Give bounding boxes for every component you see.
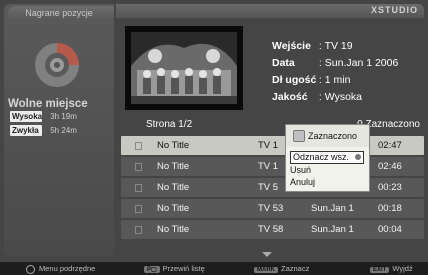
sidebar: Nagrane pozycje Wolne miejsce Wysoka 3h … [4, 4, 114, 256]
quality-time: 3h 19m [50, 112, 77, 121]
selected-dot-icon [355, 154, 361, 160]
item-time: 00:18 [378, 203, 402, 214]
footer-mark: MARK Zaznacz [254, 264, 309, 273]
free-space-label: Wolne miejsce [8, 98, 88, 110]
menu-item-delete[interactable]: Usuń [290, 165, 311, 176]
detail-key: Dł ugość [272, 74, 317, 86]
detail-row-length: Dł ugość : 1 min [272, 74, 398, 91]
list-item[interactable]: No Title TV 1 02:46 [121, 157, 424, 176]
detail-value: : Wysoka [318, 91, 363, 103]
scroll-down-icon[interactable] [262, 252, 272, 257]
footer-help-bar: Menu podrzędne P▢ Przewiń listę MARK Zazna… [0, 262, 428, 275]
list-item[interactable]: No Title TV 5 00:23 [121, 178, 424, 197]
menu-item-label: Anuluj [290, 177, 316, 187]
list-item[interactable]: No Title TV 1 02:47 [121, 136, 424, 155]
page-indicator: Strona 1/2 [146, 119, 193, 130]
menu-item-cancel[interactable]: Anuluj [290, 177, 315, 188]
disk-usage-icon [35, 43, 79, 87]
item-date: Sun.Jan 1 [311, 203, 354, 214]
detail-row-date: Data : Sun.Jan 1 2006 [272, 57, 398, 74]
context-menu: Zaznaczono Odznacz wsz. Usuń Anuluj [285, 124, 370, 192]
item-date: Sun.Jan 1 [311, 224, 354, 235]
item-time: 02:47 [378, 140, 402, 151]
quality-time: 5h 24m [50, 126, 77, 135]
detail-key: Wejście [272, 40, 311, 52]
item-title: No Title [157, 161, 190, 172]
detail-row-quality: Jakość : Wysoka [272, 91, 398, 108]
quality-name: Wysoka [10, 111, 43, 122]
ok-circle-icon [26, 264, 35, 274]
item-time: 00:23 [378, 182, 402, 193]
item-title: No Title [157, 140, 190, 151]
item-title: No Title [157, 182, 190, 193]
recording-list: No Title TV 1 02:47 No Title TV 1 02:46 … [121, 136, 424, 241]
page-key-icon: P▢ [144, 266, 160, 273]
list-item[interactable]: No Title TV 53 Sun.Jan 1 00:18 [121, 199, 424, 218]
item-title: No Title [157, 224, 190, 235]
checkbox-icon[interactable] [135, 226, 142, 234]
item-channel: TV 58 [258, 224, 284, 235]
menu-item-deselect-all[interactable]: Odznacz wsz. [290, 151, 364, 164]
footer-label: Przewiń listę [162, 264, 205, 273]
list-header: Strona 1/2 0 Zaznaczono [116, 118, 424, 132]
recording-preview-image [125, 26, 243, 110]
top-bar: XSTUDIO [116, 4, 424, 18]
recorded-programs-screen: Nagrane pozycje Wolne miejsce Wysoka 3h … [0, 0, 428, 275]
detail-value: : 1 min [318, 74, 351, 86]
quality-high-row: Wysoka 3h 19m [10, 111, 77, 123]
info-icon [293, 130, 305, 142]
detail-row-input: Wejście : TV 19 [272, 40, 398, 57]
detail-value: : TV 19 [318, 40, 353, 52]
recording-details: Wejście : TV 19 Data : Sun.Jan 1 2006 Dł… [272, 40, 398, 108]
footer-label: Menu podrzędne [39, 264, 96, 273]
item-time: 02:46 [378, 161, 402, 172]
quality-normal-row: Zwykła 5h 24m [10, 125, 77, 137]
detail-value: : Sun.Jan 1 2006 [318, 57, 399, 69]
brand-logo: XSTUDIO [370, 5, 418, 15]
item-channel: TV 5 [258, 182, 279, 193]
menu-item-label: Odznacz wsz. [293, 152, 350, 162]
item-channel: TV 1 [258, 161, 279, 172]
list-item[interactable]: No Title TV 58 Sun.Jan 1 00:04 [121, 220, 424, 239]
item-channel: TV 1 [258, 140, 279, 151]
detail-key: Data [272, 57, 295, 69]
menu-item-label: Usuń [290, 165, 312, 175]
detail-key: Jakość [272, 91, 308, 103]
mark-key-icon: MARK [254, 267, 278, 273]
item-channel: TV 53 [258, 203, 284, 214]
checkbox-icon[interactable] [135, 184, 142, 192]
exit-key-icon: EXIT [370, 267, 390, 273]
footer-label: Wyjdź [392, 264, 413, 273]
context-menu-header: Zaznaczono [286, 125, 369, 147]
sidebar-title: Nagrane pozycje [25, 8, 93, 18]
checkbox-icon[interactable] [135, 205, 142, 213]
context-menu-title: Zaznaczono [308, 131, 358, 141]
quality-name: Zwykła [10, 125, 42, 136]
footer-submenu: Menu podrzędne [26, 264, 95, 274]
checkbox-icon[interactable] [135, 142, 142, 150]
item-time: 00:04 [378, 224, 402, 235]
footer-scroll: P▢ Przewiń listę [144, 264, 205, 273]
footer-exit: EXIT Wyjdź [370, 264, 413, 273]
checkbox-icon[interactable] [135, 163, 142, 171]
footer-label: Zaznacz [281, 264, 310, 273]
item-title: No Title [157, 203, 190, 214]
